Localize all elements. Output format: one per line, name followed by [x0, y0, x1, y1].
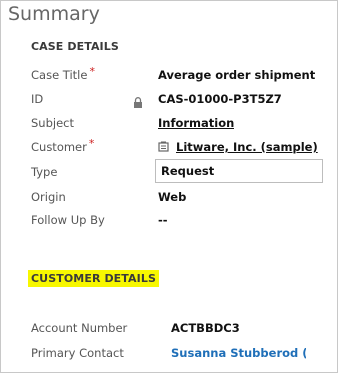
type-label: Type [31, 165, 58, 179]
customer-value[interactable]: Litware, Inc. (sample) [158, 140, 318, 155]
origin-row: Origin Web [31, 190, 331, 210]
customer-label: Customer * [31, 137, 95, 154]
case-details-heading: CASE DETAILS [31, 40, 119, 53]
case-title-label: Case Title * [31, 65, 95, 82]
account-number-row: Account Number ACTBBDC3 [31, 321, 331, 341]
required-marker: * [89, 65, 95, 78]
follow-up-row: Follow Up By -- [31, 213, 331, 233]
primary-contact-label: Primary Contact [31, 346, 124, 360]
case-title-row: Case Title* Average order shipment time [31, 65, 331, 88]
account-number-value: ACTBBDC3 [171, 321, 240, 335]
type-row: Type Request [31, 159, 331, 185]
id-row: ID CAS-01000-P3T5Z7 [31, 92, 331, 112]
customer-row: Customer * Litware, Inc. (sample) [31, 137, 331, 160]
follow-up-label: Follow Up By [31, 213, 105, 227]
page-title: Summary [8, 3, 100, 25]
follow-up-value[interactable]: -- [158, 213, 168, 227]
required-marker: * [88, 137, 95, 150]
origin-label: Origin [31, 190, 66, 204]
type-field[interactable]: Request [155, 159, 323, 183]
subject-link[interactable]: Information [158, 116, 234, 130]
subject-label: Subject [31, 116, 74, 130]
account-icon [158, 141, 170, 155]
subject-row: Subject Information [31, 116, 331, 136]
id-label: ID [31, 92, 44, 106]
case-title-value[interactable]: Average order shipment time [158, 68, 318, 82]
summary-panel [0, 0, 338, 373]
primary-contact-row: Primary Contact Susanna Stubberod (sam [31, 346, 331, 366]
id-value: CAS-01000-P3T5Z7 [158, 92, 282, 106]
account-number-label: Account Number [31, 321, 128, 335]
primary-contact-link[interactable]: Susanna Stubberod (sam [171, 346, 306, 360]
origin-value[interactable]: Web [158, 190, 186, 204]
customer-link[interactable]: Litware, Inc. (sample) [176, 140, 318, 154]
customer-details-heading: CUSTOMER DETAILS [28, 270, 159, 287]
lock-icon [133, 93, 143, 112]
type-value: Request [161, 164, 215, 178]
